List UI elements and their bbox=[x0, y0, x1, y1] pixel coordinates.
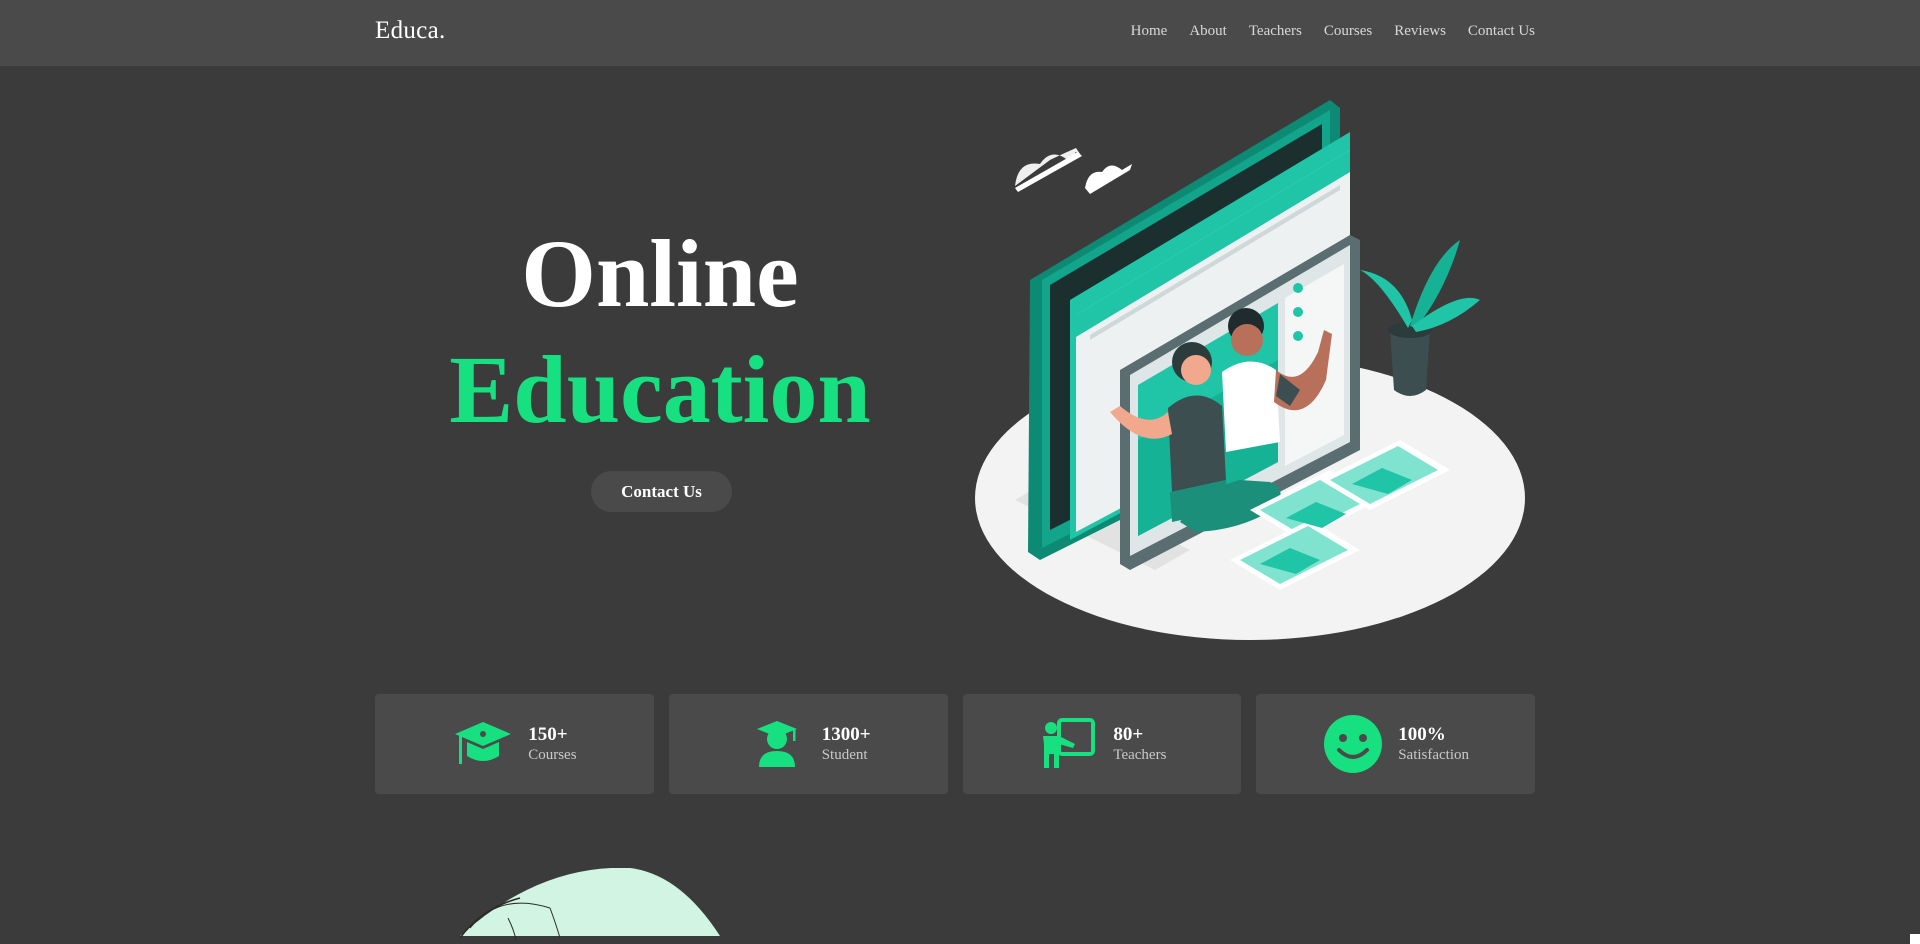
nav-link-teachers[interactable]: Teachers bbox=[1249, 23, 1302, 40]
stat-card-satisfaction: 100% Satisfaction bbox=[1256, 694, 1535, 794]
stat-card-teachers: 80+ Teachers bbox=[962, 694, 1242, 794]
stat-text-teachers: 80+ Teachers bbox=[1113, 724, 1166, 765]
nav-menu: Home About Teachers Courses Reviews Cont… bbox=[1131, 23, 1535, 40]
stat-value-students: 1300+ bbox=[821, 723, 871, 745]
hero-title-education: Education bbox=[449, 336, 871, 443]
scrollbar-thumb[interactable] bbox=[1910, 0, 1920, 66]
brand-logo[interactable]: Educa. bbox=[375, 17, 446, 45]
graduation-cap-icon bbox=[452, 713, 514, 775]
about-section-illustration bbox=[460, 868, 720, 941]
hero-title-online: Online bbox=[521, 220, 799, 327]
stat-value-teachers: 80+ bbox=[1113, 723, 1144, 745]
hero-contact-button[interactable]: Contact Us bbox=[591, 471, 732, 512]
page-scrollbar[interactable] bbox=[1910, 0, 1920, 944]
scrollbar-corner bbox=[1910, 934, 1920, 944]
online-education-illustration bbox=[975, 100, 1525, 640]
stat-card-students: 1300+ Student bbox=[668, 694, 948, 794]
stat-text-courses: 150+ Courses bbox=[528, 724, 576, 765]
nav-link-about[interactable]: About bbox=[1189, 23, 1227, 40]
stat-value-courses: 150+ bbox=[528, 723, 568, 745]
stat-card-courses: 150+ Courses bbox=[375, 694, 654, 794]
nav-link-reviews[interactable]: Reviews bbox=[1394, 23, 1446, 40]
stat-label-students: Student bbox=[821, 747, 868, 764]
stat-label-satisfaction: Satisfaction bbox=[1398, 747, 1470, 764]
navbar: Educa. Home About Teachers Courses Revie… bbox=[0, 0, 1910, 66]
nav-link-contact[interactable]: Contact Us bbox=[1468, 23, 1535, 40]
cloud-icon bbox=[1015, 148, 1132, 194]
teacher-icon bbox=[1037, 713, 1099, 775]
stat-label-courses: Courses bbox=[528, 747, 577, 764]
stat-text-students: 1300+ Student bbox=[822, 724, 871, 765]
stats-bar: 150+ Courses 1300+ Student 80+ Teachers … bbox=[375, 694, 1535, 794]
nav-link-home[interactable]: Home bbox=[1131, 23, 1168, 40]
student-icon bbox=[746, 713, 808, 775]
stat-value-satisfaction: 100% bbox=[1398, 723, 1446, 745]
nav-link-courses[interactable]: Courses bbox=[1324, 23, 1372, 40]
smile-icon bbox=[1322, 713, 1384, 775]
stat-label-teachers: Teachers bbox=[1113, 747, 1167, 764]
stat-text-satisfaction: 100% Satisfaction bbox=[1398, 724, 1469, 765]
